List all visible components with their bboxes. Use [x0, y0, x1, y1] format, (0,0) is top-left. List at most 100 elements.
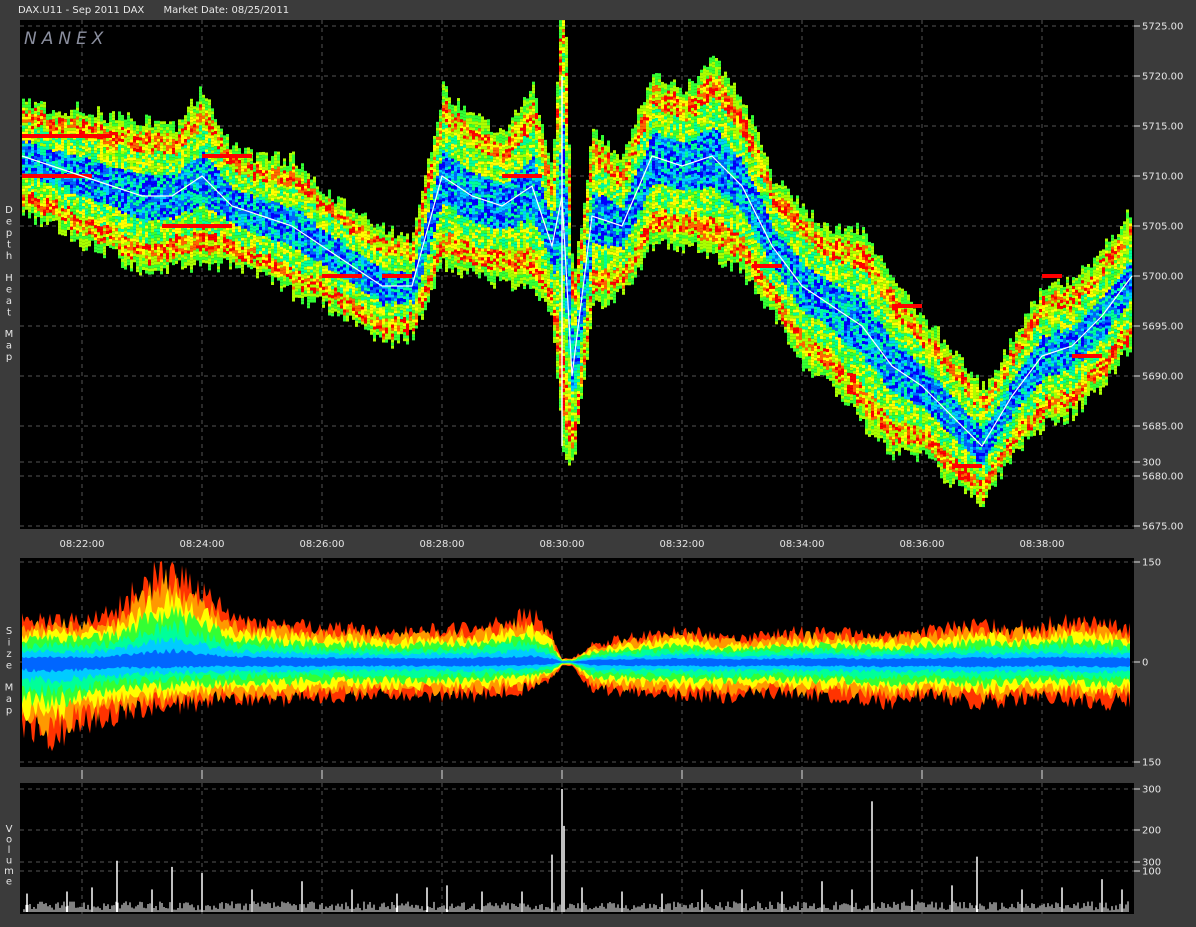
heat-cell: [292, 211, 295, 215]
heat-cell: [76, 155, 79, 159]
heat-cell: [121, 114, 124, 118]
heat-cell: [271, 191, 274, 195]
heat-cell: [133, 256, 136, 260]
heat-cell: [208, 249, 211, 253]
heat-cell: [355, 299, 358, 303]
heat-cell: [193, 145, 196, 149]
heat-cell: [319, 251, 322, 255]
heat-cell: [292, 196, 295, 200]
heat-cell: [256, 233, 259, 237]
heat-cell: [178, 128, 181, 132]
heat-cell: [43, 185, 46, 189]
heat-cell: [289, 269, 292, 273]
heat-cell: [79, 244, 82, 248]
heat-cell: [340, 254, 343, 258]
heat-cell: [28, 101, 31, 105]
heat-cell: [304, 200, 307, 204]
heat-cell: [226, 254, 229, 258]
heat-cell: [247, 204, 250, 208]
heat-cell: [106, 147, 109, 151]
heat-cell: [106, 201, 109, 205]
heat-cell: [199, 95, 202, 99]
heat-cell: [79, 124, 82, 128]
heat-cell: [124, 179, 127, 183]
heat-cell: [202, 220, 205, 224]
heat-cell: [334, 248, 337, 252]
heat-cell: [190, 185, 193, 189]
heat-cell: [118, 141, 121, 145]
heat-cell: [154, 261, 157, 265]
heat-cell: [196, 245, 199, 249]
heat-cell: [313, 260, 316, 264]
heat-cell: [163, 196, 166, 200]
heat-cell: [358, 230, 361, 234]
heat-cell: [31, 114, 34, 118]
heat-cell: [136, 131, 139, 135]
heat-cell: [22, 167, 25, 171]
heat-cell: [151, 196, 154, 200]
heat-cell: [157, 249, 160, 253]
heat-cell: [340, 251, 343, 255]
heat-cell: [223, 189, 226, 193]
heat-cell: [124, 266, 127, 270]
heat-cell: [289, 248, 292, 252]
heat-cell: [154, 246, 157, 250]
heat-cell: [304, 236, 307, 240]
heat-cell: [79, 139, 82, 143]
heat-cell: [343, 246, 346, 250]
heat-cell: [244, 249, 247, 253]
heat-cell: [64, 125, 67, 129]
heat-cell: [232, 160, 235, 164]
heat-cell: [193, 217, 196, 221]
heat-cell: [40, 110, 43, 114]
heat-cell: [292, 265, 295, 269]
heat-cell: [52, 191, 55, 195]
heat-cell: [295, 195, 298, 199]
heat-cell: [346, 234, 349, 238]
heat-cell: [271, 254, 274, 258]
heat-cell: [139, 179, 142, 183]
heat-cell: [163, 154, 166, 158]
heat-cell: [115, 159, 118, 163]
heat-cell: [175, 194, 178, 198]
heat-cell: [52, 185, 55, 189]
heat-cell: [241, 243, 244, 247]
heat-cell: [67, 226, 70, 230]
heat-cell: [127, 127, 130, 131]
heat-cell: [331, 205, 334, 209]
heat-cell: [103, 126, 106, 130]
heat-cell: [202, 115, 205, 119]
heat-cell: [46, 113, 49, 117]
heat-cell: [184, 220, 187, 224]
heat-cell: [208, 165, 211, 169]
heat-cell: [142, 203, 145, 207]
heat-cell: [121, 162, 124, 166]
heat-cell: [322, 217, 325, 221]
heat-cell: [322, 220, 325, 224]
heat-cell: [283, 284, 286, 288]
heat-cell: [187, 256, 190, 260]
heat-cell: [85, 238, 88, 242]
heat-cell: [256, 245, 259, 249]
heat-cell: [106, 165, 109, 169]
heat-cell: [202, 187, 205, 191]
heat-cell: [205, 215, 208, 219]
heat-cell: [256, 215, 259, 219]
heat-cell: [76, 113, 79, 117]
heat-cell: [130, 214, 133, 218]
heat-cell: [226, 164, 229, 168]
heat-cell: [325, 199, 328, 203]
heat-cell: [79, 193, 82, 197]
heat-cell: [319, 218, 322, 222]
heat-cell: [130, 199, 133, 203]
heat-cell: [217, 248, 220, 252]
heat-cell: [142, 125, 145, 129]
heat-cell: [292, 298, 295, 302]
heat-cell: [295, 180, 298, 184]
heat-cell: [313, 224, 316, 228]
heat-cell: [250, 194, 253, 198]
heat-cell: [310, 275, 313, 279]
heat-cell: [292, 271, 295, 275]
heat-cell: [34, 200, 37, 204]
heat-cell: [22, 122, 25, 126]
